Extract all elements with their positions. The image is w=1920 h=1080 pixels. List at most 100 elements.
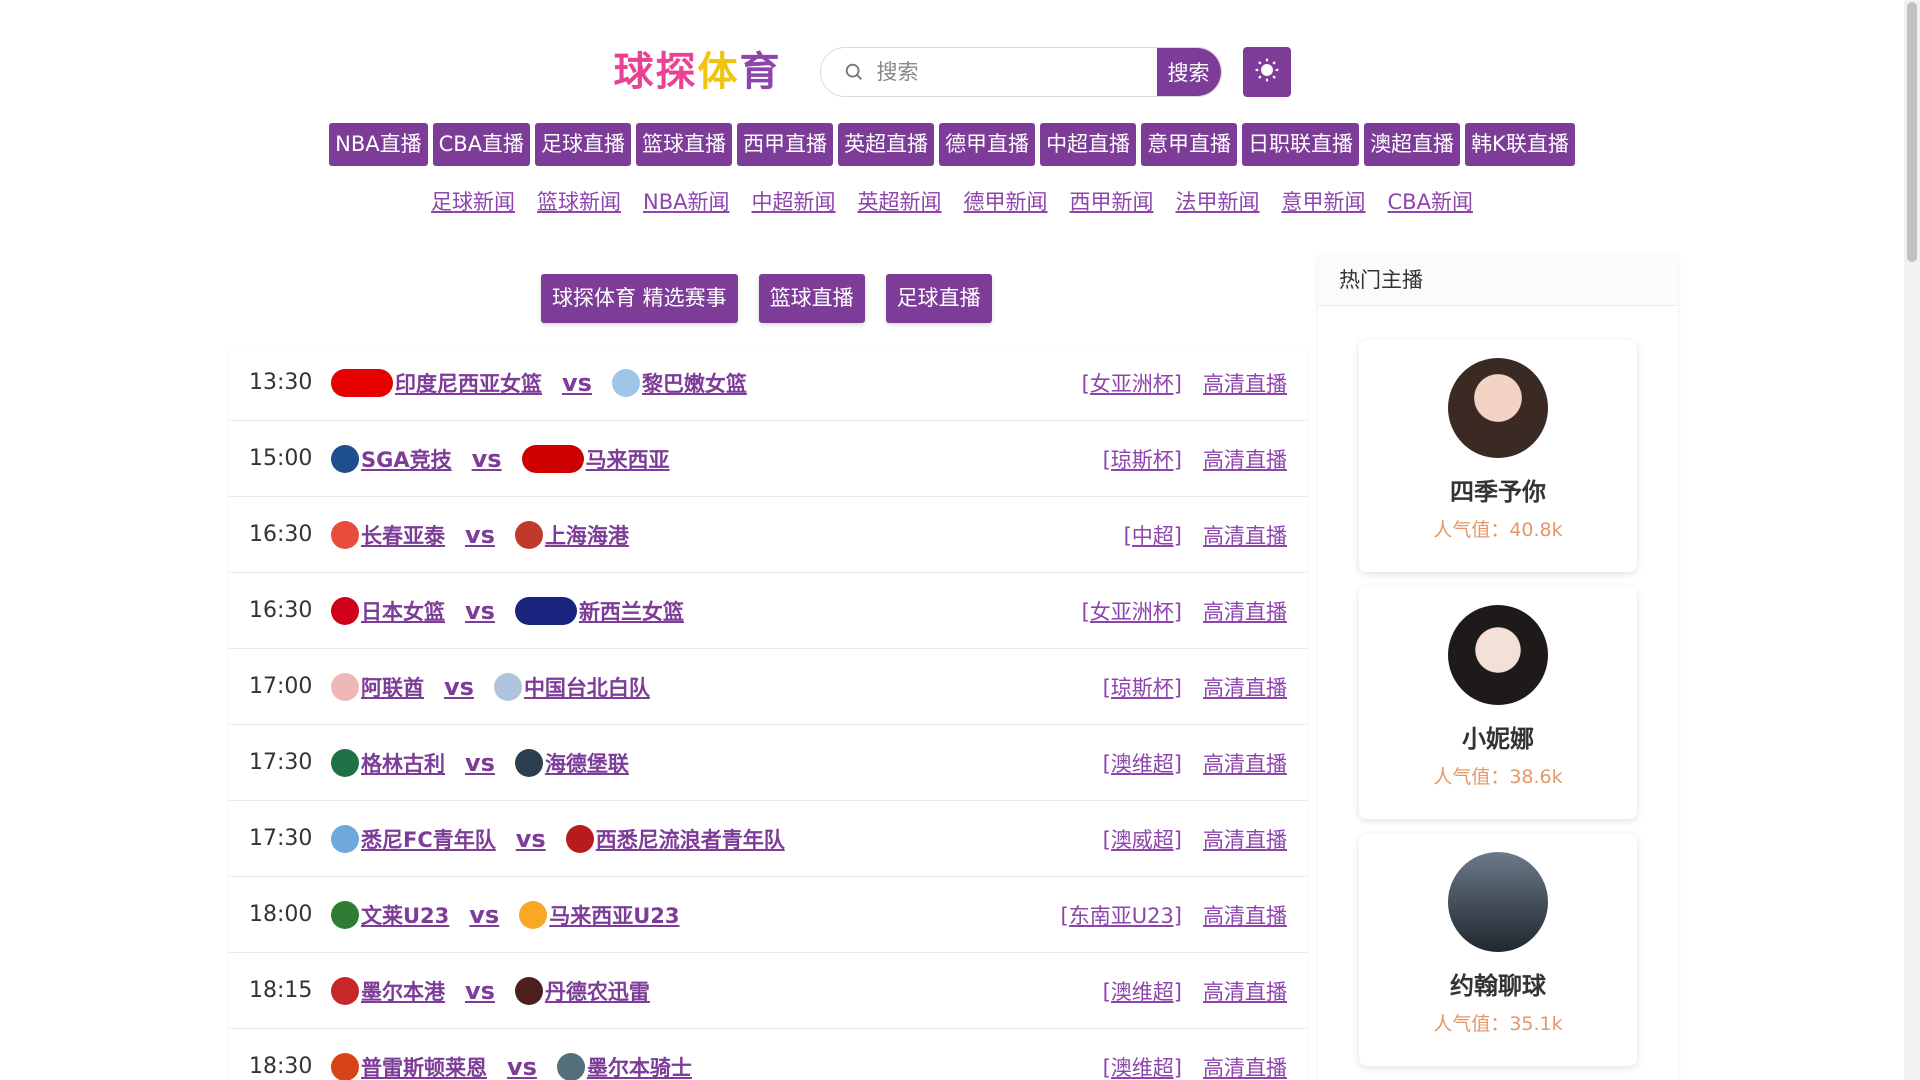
- league-link[interactable]: [澳维超]: [1103, 1052, 1182, 1080]
- anchor-popularity: 人气值：35.1k: [1433, 1013, 1563, 1035]
- news-nav-item[interactable]: 法甲新闻: [1176, 186, 1260, 216]
- away-team[interactable]: 中国台北白队: [493, 672, 650, 702]
- search-button[interactable]: 搜索: [1156, 48, 1221, 96]
- live-nav-item[interactable]: NBA直播: [329, 123, 428, 166]
- home-team[interactable]: 阿联酋: [331, 672, 424, 702]
- hd-live-link[interactable]: 高清直播: [1203, 976, 1287, 1006]
- away-team[interactable]: 墨尔本骑士: [556, 1052, 692, 1080]
- live-nav-item[interactable]: 足球直播: [535, 123, 632, 166]
- home-team[interactable]: 文莱U23: [331, 900, 449, 930]
- home-team-emblem-icon: [331, 672, 359, 701]
- home-team[interactable]: 印度尼西亚女篮: [331, 368, 542, 398]
- home-team-emblem-icon: [331, 900, 359, 929]
- live-nav-item[interactable]: 韩K联直播: [1465, 123, 1575, 166]
- away-team[interactable]: 西悉尼流浪者青年队: [565, 824, 785, 854]
- news-nav-item[interactable]: 足球新闻: [431, 186, 515, 216]
- league-link[interactable]: [女亚洲杯]: [1082, 596, 1182, 626]
- match-row: 18:00 文莱U23 vs 马来西亚U23 [东南亚U23] 高清直播: [228, 877, 1308, 953]
- live-nav-item[interactable]: 德甲直播: [939, 123, 1036, 166]
- league-link[interactable]: [琼斯杯]: [1103, 444, 1182, 474]
- home-team[interactable]: 格林古利: [331, 748, 445, 778]
- home-team[interactable]: SGA竞技: [331, 444, 452, 474]
- live-nav-item[interactable]: 西甲直播: [737, 123, 834, 166]
- filter-tab[interactable]: 篮球直播: [758, 274, 865, 323]
- search-input[interactable]: [876, 48, 1157, 96]
- live-nav-item[interactable]: 澳超直播: [1364, 123, 1461, 166]
- home-team-name: 文莱U23: [361, 903, 450, 928]
- hot-anchors-title: 热门主播: [1318, 254, 1678, 306]
- away-team-name: 马来西亚U23: [549, 903, 680, 928]
- hd-live-link[interactable]: 高清直播: [1203, 596, 1287, 626]
- search-box: 搜索: [819, 47, 1222, 97]
- home-team[interactable]: 普雷斯顿莱恩: [331, 1052, 487, 1080]
- news-nav-item[interactable]: 中超新闻: [752, 186, 836, 216]
- news-nav-item[interactable]: NBA新闻: [643, 186, 729, 216]
- filter-tab[interactable]: 足球直播: [885, 274, 992, 323]
- match-filter-tabs: 球探体育 精选赛事 篮球直播 足球直播: [541, 274, 992, 323]
- anchor-popularity: 人气值：38.6k: [1433, 766, 1563, 788]
- news-nav-item[interactable]: 篮球新闻: [537, 186, 621, 216]
- news-nav-item[interactable]: 意甲新闻: [1282, 186, 1366, 216]
- away-team[interactable]: 马来西亚U23: [519, 900, 680, 930]
- away-team[interactable]: 丹德农迅雷: [514, 976, 650, 1006]
- anchor-card[interactable]: 四季予你 人气值：40.8k: [1359, 340, 1637, 572]
- home-team[interactable]: 墨尔本港: [331, 976, 445, 1006]
- live-nav-item[interactable]: 日职联直播: [1242, 123, 1360, 166]
- away-team-name: 中国台北白队: [523, 675, 650, 700]
- theme-toggle-button[interactable]: [1242, 47, 1291, 97]
- live-nav-item[interactable]: 中超直播: [1040, 123, 1137, 166]
- match-list: 13:30 印度尼西亚女篮 vs 黎巴嫩女篮 [女亚洲杯] 高清直播 15:00 SGA竞技 v…: [228, 345, 1308, 1080]
- home-team[interactable]: 日本女篮: [331, 596, 445, 626]
- away-team[interactable]: 海德堡联: [514, 748, 629, 778]
- away-team-emblem-icon: [493, 672, 522, 701]
- league-link[interactable]: [东南亚U23]: [1061, 900, 1182, 930]
- match-row: 17:30 悉尼FC青年队 vs 西悉尼流浪者青年队 [澳威超] 高清直播: [228, 801, 1308, 877]
- home-team-emblem-icon: [331, 368, 393, 397]
- news-nav-item[interactable]: 德甲新闻: [964, 186, 1048, 216]
- news-nav: 足球新闻 篮球新闻 NBA新闻 中超新闻 英超新闻 德甲新闻 西甲新闻 法甲新闻 意甲新闻 CBA…: [0, 186, 1904, 216]
- hd-live-link[interactable]: 高清直播: [1203, 520, 1287, 550]
- hd-live-link[interactable]: 高清直播: [1203, 444, 1287, 474]
- anchor-card[interactable]: 小妮娜 人气值：38.6k: [1359, 587, 1637, 819]
- home-team[interactable]: 悉尼FC青年队: [331, 824, 496, 854]
- away-team[interactable]: 黎巴嫩女篮: [611, 368, 747, 398]
- hd-live-link[interactable]: 高清直播: [1203, 748, 1287, 778]
- away-team[interactable]: 上海海港: [514, 520, 629, 550]
- news-nav-item[interactable]: 西甲新闻: [1070, 186, 1154, 216]
- away-team-name: 西悉尼流浪者青年队: [595, 827, 785, 852]
- site-logo[interactable]: 球探体育: [614, 46, 782, 98]
- logo-char: 育: [739, 49, 782, 95]
- hd-live-link[interactable]: 高清直播: [1203, 1052, 1287, 1080]
- hd-live-link[interactable]: 高清直播: [1203, 900, 1287, 930]
- vs-label: vs: [465, 976, 495, 1005]
- live-nav-item[interactable]: 篮球直播: [636, 123, 733, 166]
- live-nav-item[interactable]: 英超直播: [838, 123, 935, 166]
- league-link[interactable]: [琼斯杯]: [1103, 672, 1182, 702]
- league-link[interactable]: [女亚洲杯]: [1082, 368, 1182, 398]
- anchor-card[interactable]: 约翰聊球 人气值：35.1k: [1359, 834, 1637, 1066]
- scrollbar-thumb[interactable]: [1907, 2, 1917, 262]
- away-team-emblem-icon: [556, 1052, 585, 1080]
- league-link[interactable]: [澳威超]: [1103, 824, 1182, 854]
- live-nav-item[interactable]: 意甲直播: [1141, 123, 1238, 166]
- league-link[interactable]: [澳维超]: [1103, 976, 1182, 1006]
- news-nav-item[interactable]: CBA新闻: [1388, 186, 1473, 216]
- vs-label: vs: [507, 1052, 537, 1080]
- page-scrollbar[interactable]: [1904, 0, 1920, 1080]
- league-link[interactable]: [中超]: [1124, 520, 1182, 550]
- home-team[interactable]: 长春亚泰: [331, 520, 445, 550]
- hot-anchors-panel: 热门主播 四季予你 人气值：40.8k 小妮娜 人气值：38.6k 约翰聊球 人气值：35…: [1318, 254, 1678, 1080]
- away-team[interactable]: 新西兰女篮: [514, 596, 684, 626]
- hd-live-link[interactable]: 高清直播: [1203, 672, 1287, 702]
- hd-live-link[interactable]: 高清直播: [1203, 824, 1287, 854]
- match-time: 17:00: [249, 674, 313, 699]
- league-link[interactable]: [澳维超]: [1103, 748, 1182, 778]
- news-nav-item[interactable]: 英超新闻: [858, 186, 942, 216]
- page: 球探体育 搜索 NBA直播CBA直播足球直播篮球直播西甲直播英超直播德甲直播中超…: [0, 0, 1920, 1080]
- away-team-name: 新西兰女篮: [578, 599, 684, 624]
- home-team-name: 墨尔本港: [361, 979, 445, 1004]
- live-nav-item[interactable]: CBA直播: [432, 123, 531, 166]
- away-team[interactable]: 马来西亚: [521, 444, 670, 474]
- filter-tab[interactable]: 球探体育 精选赛事: [541, 274, 738, 323]
- hd-live-link[interactable]: 高清直播: [1203, 368, 1287, 398]
